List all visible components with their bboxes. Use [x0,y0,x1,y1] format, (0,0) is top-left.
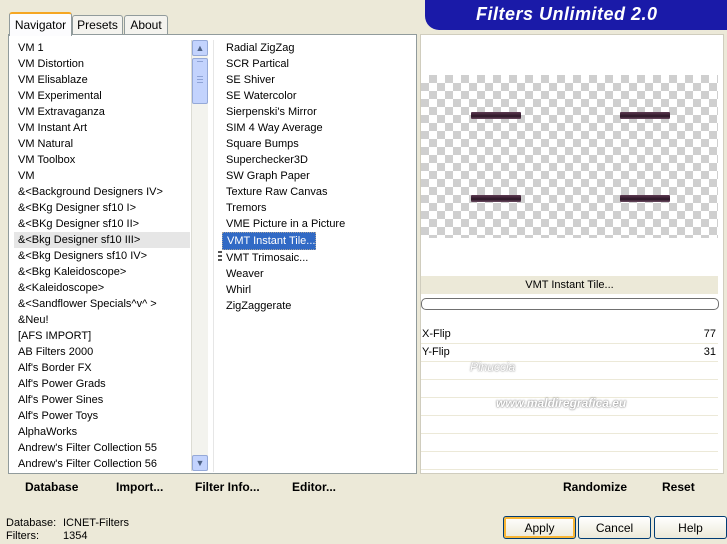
filter-item[interactable]: SW Graph Paper [222,168,310,184]
filter-item[interactable]: Whirl [222,282,251,298]
filter-item[interactable]: Square Bumps [222,136,299,152]
param-label: X-Flip [422,328,451,340]
param-row-x-flip[interactable]: X-Flip 77 [421,326,718,344]
filter-item[interactable]: ZigZaggerate [222,298,291,314]
category-list[interactable]: VM 1 VM Distortion VM Elisablaze VM Experim… [14,40,190,472]
scroll-thumb[interactable] [192,58,208,104]
category-item[interactable]: &<BKg Designer sf10 I> [14,200,190,216]
category-item[interactable]: Andrew's Filter Collection 56 [14,456,190,472]
filter-item[interactable]: VMT Trimosaic... [222,250,308,266]
category-item[interactable]: &<Background Designers IV> [14,184,190,200]
param-value: 77 [703,328,716,340]
category-item[interactable]: VM Natural [14,136,190,152]
filter-item[interactable]: Radial ZigZag [222,40,294,56]
filter-item[interactable]: Sierpenski's Mirror [222,104,317,120]
param-label: Y-Flip [422,346,450,358]
filter-item[interactable]: SE Watercolor [222,88,297,104]
editor-button[interactable]: Editor... [292,475,336,500]
tab-navigator[interactable]: Navigator [9,12,72,36]
category-item[interactable]: Alf's Power Sines [14,392,190,408]
category-item[interactable]: AB Filters 2000 [14,344,190,360]
category-item[interactable]: VM Experimental [14,88,190,104]
import-button[interactable]: Import... [116,475,163,500]
filter-list[interactable]: Radial ZigZag SCR Partical SE Shiver SE Wat… [222,40,412,340]
list-divider [213,40,214,472]
status-filters-value: 1354 [63,530,88,542]
category-item[interactable]: &<Kaleidoscope> [14,280,190,296]
category-item[interactable]: VM Extravaganza [14,104,190,120]
filter-item[interactable]: SCR Partical [222,56,289,72]
filter-item[interactable]: VME Picture in a Picture [222,216,345,232]
preview-image [421,75,718,238]
category-item[interactable]: &<Bkg Designers sf10 IV> [14,248,190,264]
filter-item[interactable]: SE Shiver [222,72,275,88]
window-title: Filters Unlimited 2.0 [476,4,658,24]
filter-item[interactable]: VMT Instant Tile... [222,232,317,250]
category-item[interactable]: VM [14,168,190,184]
database-button[interactable]: Database [25,475,78,500]
param-row-empty [421,434,718,452]
status-database-label: Database: [6,517,57,529]
filter-item[interactable]: Texture Raw Canvas [222,184,328,200]
current-filter-name: VMT Instant Tile... [421,276,718,294]
category-item[interactable]: &<Sandflower Specials^v^ > [14,296,190,312]
scroll-up-button[interactable]: ▲ [192,40,208,56]
category-item[interactable]: &Neu! [14,312,190,328]
param-value: 31 [703,346,716,358]
category-item[interactable]: VM Instant Art [14,120,190,136]
status-filters-label: Filters: [6,530,39,542]
watermark-name: Pinuccia [470,360,516,374]
category-item[interactable]: VM Elisablaze [14,72,190,88]
category-item[interactable]: &<Bkg Designer sf10 III> [14,232,190,248]
scroll-down-button[interactable]: ▼ [192,455,208,471]
apply-button[interactable]: Apply [503,516,576,539]
category-item[interactable]: Andrew's Filter Collection 55 [14,440,190,456]
help-button[interactable]: Help [654,516,727,539]
category-item[interactable]: VM 1 [14,40,190,56]
filter-item[interactable]: SIM 4 Way Average [222,120,323,136]
category-scrollbar[interactable]: ▲ ▼ [191,40,208,471]
category-item[interactable]: Alf's Power Grads [14,376,190,392]
status-database-value: ICNET-Filters [63,517,129,529]
preview-bar [471,195,521,202]
reset-button[interactable]: Reset [662,475,695,500]
category-item[interactable]: &<BKg Designer sf10 II> [14,216,190,232]
filter-info-button[interactable]: Filter Info... [195,475,260,500]
param-row-empty [421,416,718,434]
param-row-empty [421,362,718,380]
watermark-url: www.maldiregrafica.eu [496,396,627,410]
progress-bar [421,298,719,310]
preview-bar [620,112,670,119]
cancel-button[interactable]: Cancel [578,516,651,539]
tab-presets[interactable]: Presets [72,15,123,34]
category-item[interactable]: VM Toolbox [14,152,190,168]
tab-about[interactable]: About [124,15,168,34]
category-item[interactable]: [AFS IMPORT] [14,328,190,344]
filter-item[interactable]: Superchecker3D [222,152,308,168]
preview-bar [620,195,670,202]
category-item[interactable]: VM Distortion [14,56,190,72]
filter-item[interactable]: Weaver [222,266,264,282]
drag-handle-icon[interactable] [218,251,222,263]
param-row-empty [421,452,718,470]
param-row-y-flip[interactable]: Y-Flip 31 [421,344,718,362]
preview-bar [471,112,521,119]
category-item[interactable]: AlphaWorks [14,424,190,440]
filter-item[interactable]: Tremors [222,200,267,216]
category-item[interactable]: Alf's Power Toys [14,408,190,424]
category-item[interactable]: Alf's Border FX [14,360,190,376]
category-item[interactable]: &<Bkg Kaleidoscope> [14,264,190,280]
randomize-button[interactable]: Randomize [563,475,627,500]
